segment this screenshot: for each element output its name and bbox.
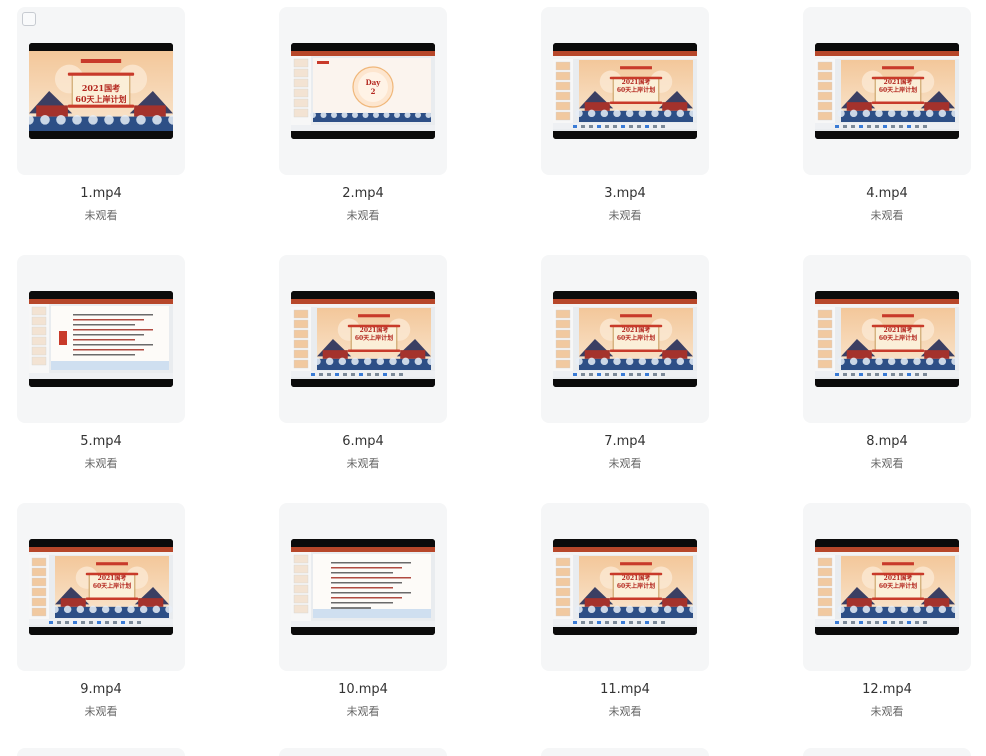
watch-status: 未观看 xyxy=(346,457,380,470)
watch-status: 未观看 xyxy=(84,457,118,470)
thumbnail-card[interactable]: 2021国考 60天上岸计划 xyxy=(541,255,709,423)
video-thumbnail[interactable]: 2021国考 60天上岸计划 xyxy=(553,43,697,139)
thumbnail-card[interactable]: 2021国考 60天上岸计划 xyxy=(279,255,447,423)
thumbnail-card[interactable]: 2021国考 60天上岸计划 xyxy=(17,7,185,175)
slide-title-line-2: 60天上岸计划 xyxy=(617,86,655,94)
file-name[interactable]: 3.mp4 xyxy=(541,186,709,202)
video-thumbnail[interactable]: 2021国考 60天上岸计划 xyxy=(291,291,435,387)
day-number: 2 xyxy=(371,87,376,96)
file-name[interactable]: 10.mp4 xyxy=(279,682,447,698)
next-row-card[interactable] xyxy=(541,748,709,756)
slide-title-line-2: 60天上岸计划 xyxy=(879,334,917,342)
slide-title-line-1: 2021国考 xyxy=(360,326,389,334)
file-name[interactable]: 2.mp4 xyxy=(279,186,447,202)
video-thumbnail[interactable]: 2021国考 60天上岸计划 xyxy=(29,539,173,635)
watch-status: 未观看 xyxy=(346,705,380,718)
watch-status: 未观看 xyxy=(84,705,118,718)
thumbnail-card[interactable]: 2021国考 60天上岸计划 xyxy=(803,503,971,671)
thumbnail-card[interactable]: 2021国考 60天上岸计划 xyxy=(803,7,971,175)
video-thumbnail[interactable]: 2021国考 60天上岸计划 xyxy=(553,291,697,387)
file-name[interactable]: 11.mp4 xyxy=(541,682,709,698)
slide-title-line-1: 2021国考 xyxy=(82,83,120,93)
watch-status: 未观看 xyxy=(346,209,380,222)
watch-status: 未观看 xyxy=(84,209,118,222)
file-name[interactable]: 4.mp4 xyxy=(803,186,971,202)
video-thumbnail[interactable] xyxy=(29,291,173,387)
slide-title-line-2: 60天上岸计划 xyxy=(879,582,917,590)
thumbnail-card[interactable] xyxy=(17,255,185,423)
thumbnail-card[interactable]: Day 2 xyxy=(279,7,447,175)
watch-status: 未观看 xyxy=(870,209,904,222)
file-name[interactable]: 6.mp4 xyxy=(279,434,447,450)
day-label: Day xyxy=(366,78,382,87)
video-thumbnail[interactable]: 2021国考 60天上岸计划 xyxy=(815,43,959,139)
slide-title-line-2: 60天上岸计划 xyxy=(355,334,393,342)
watch-status: 未观看 xyxy=(870,457,904,470)
video-thumbnail[interactable]: Day 2 xyxy=(291,43,435,139)
slide-title-line-1: 2021国考 xyxy=(622,574,651,582)
watch-status: 未观看 xyxy=(608,457,642,470)
video-thumbnail[interactable]: 2021国考 60天上岸计划 xyxy=(553,539,697,635)
watch-status: 未观看 xyxy=(870,705,904,718)
file-name[interactable]: 7.mp4 xyxy=(541,434,709,450)
video-thumbnail[interactable] xyxy=(291,539,435,635)
slide-title-line-2: 60天上岸计划 xyxy=(617,334,655,342)
video-thumbnail[interactable]: 2021国考 60天上岸计划 xyxy=(815,291,959,387)
slide-title-line-1: 2021国考 xyxy=(622,78,651,86)
slide-title-line-2: 60天上岸计划 xyxy=(617,582,655,590)
select-checkbox[interactable] xyxy=(22,12,36,26)
slide-title-line-1: 2021国考 xyxy=(884,574,913,582)
watch-status: 未观看 xyxy=(608,209,642,222)
next-row-card[interactable] xyxy=(17,748,185,756)
thumbnail-card[interactable]: 2021国考 60天上岸计划 xyxy=(541,7,709,175)
slide-title-line-2: 60天上岸计划 xyxy=(75,94,126,104)
thumbnail-card[interactable]: 2021国考 60天上岸计划 xyxy=(803,255,971,423)
watch-status: 未观看 xyxy=(608,705,642,718)
slide-title-line-2: 60天上岸计划 xyxy=(879,86,917,94)
slide-title-line-2: 60天上岸计划 xyxy=(93,582,131,590)
file-name[interactable]: 1.mp4 xyxy=(17,186,185,202)
next-row-card[interactable] xyxy=(279,748,447,756)
file-name[interactable]: 12.mp4 xyxy=(803,682,971,698)
video-thumbnail[interactable]: 2021国考 60天上岸计划 xyxy=(29,43,173,139)
slide-title-line-1: 2021国考 xyxy=(884,78,913,86)
thumbnail-card[interactable]: 2021国考 60天上岸计划 xyxy=(541,503,709,671)
slide-title-line-1: 2021国考 xyxy=(884,326,913,334)
thumbnail-card[interactable]: 2021国考 60天上岸计划 xyxy=(17,503,185,671)
next-row-card[interactable] xyxy=(803,748,971,756)
file-name[interactable]: 5.mp4 xyxy=(17,434,185,450)
thumbnail-card[interactable] xyxy=(279,503,447,671)
file-name[interactable]: 8.mp4 xyxy=(803,434,971,450)
slide-title-line-1: 2021国考 xyxy=(98,574,127,582)
video-thumbnail[interactable]: 2021国考 60天上岸计划 xyxy=(815,539,959,635)
file-name[interactable]: 9.mp4 xyxy=(17,682,185,698)
slide-title-line-1: 2021国考 xyxy=(622,326,651,334)
